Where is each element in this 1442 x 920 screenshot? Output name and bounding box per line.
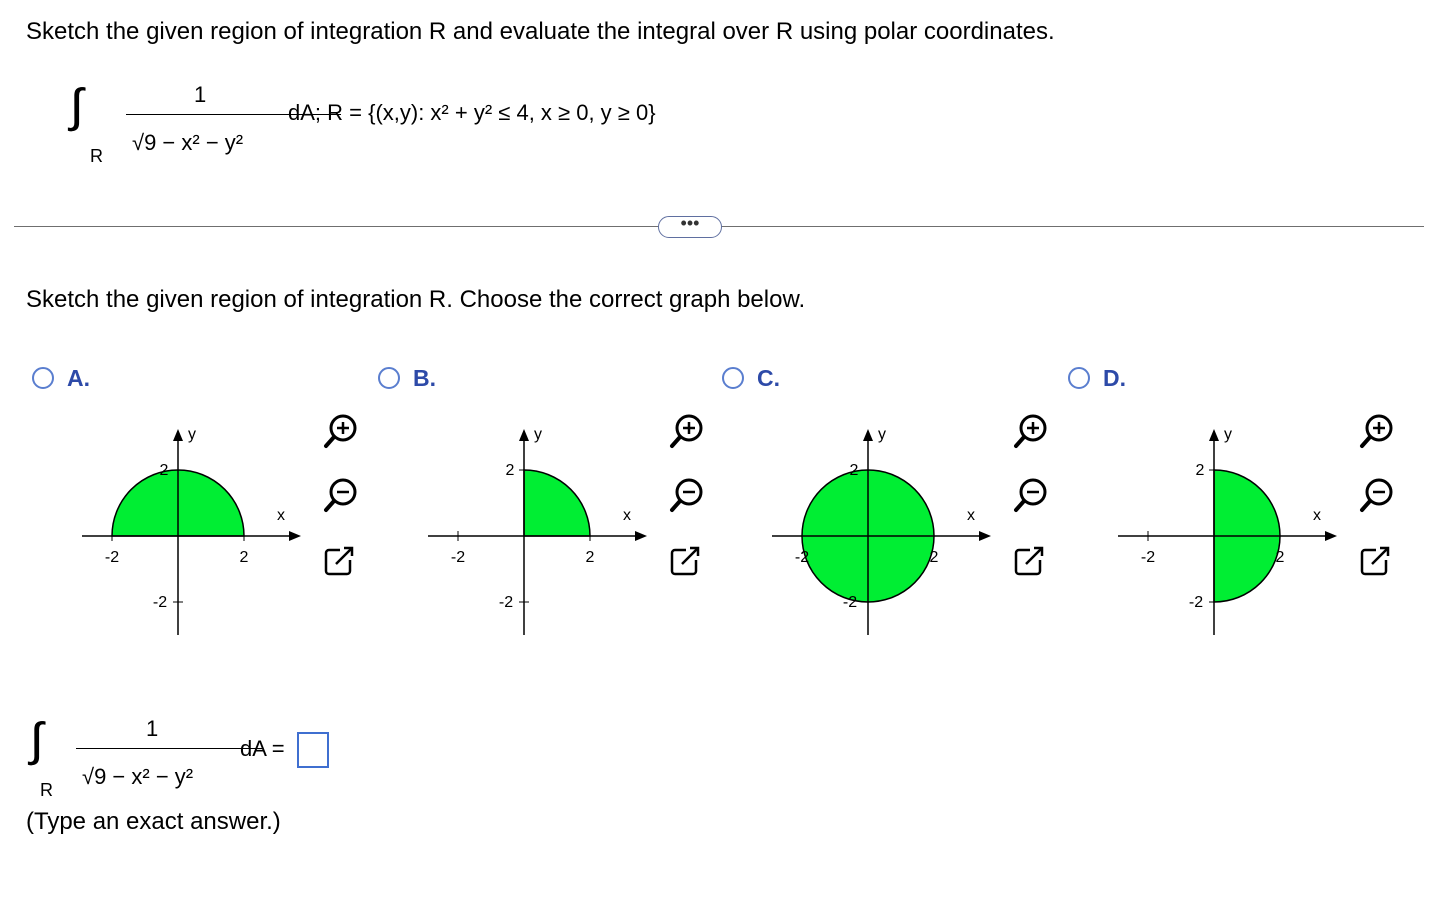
- option-a[interactable]: A. 2 -2 2 -2 x y: [32, 364, 372, 644]
- region-shape: [523, 469, 591, 537]
- x-tick-label-neg: -2: [1141, 549, 1155, 566]
- zoom-out-icon[interactable]: [1008, 474, 1052, 518]
- popout-icon[interactable]: [318, 540, 362, 584]
- integral-denominator: √9 − x² − y²: [132, 130, 244, 155]
- y-axis-label: y: [878, 426, 886, 443]
- answer-hint: (Type an exact answer.): [26, 808, 281, 835]
- y-tick-label-pos: 2: [1196, 462, 1205, 479]
- zoom-in-icon[interactable]: [318, 410, 362, 454]
- answer-numerator: 1: [146, 716, 159, 741]
- y-tick-label-pos: 2: [506, 462, 515, 479]
- popout-icon[interactable]: [664, 540, 708, 584]
- x-axis-label: x: [1313, 507, 1321, 524]
- x-tick-label-neg: -2: [795, 549, 809, 566]
- x-tick-label-pos: 2: [930, 549, 939, 566]
- radio-button[interactable]: [1068, 367, 1090, 389]
- x-axis-arrow: [635, 531, 647, 541]
- problem-integral: ∫∫ R 1 √9 − x² − y² dA; R = {(x,y): x² +…: [70, 78, 770, 178]
- x-axis-arrow: [289, 531, 301, 541]
- radio-button[interactable]: [722, 367, 744, 389]
- y-axis-label: y: [188, 426, 196, 443]
- x-tick-label-neg: -2: [451, 549, 465, 566]
- option-letter: B.: [413, 365, 436, 391]
- instructions-text: Sketch the given region of integration R…: [26, 18, 1055, 45]
- zoom-out-icon[interactable]: [318, 474, 362, 518]
- y-axis-arrow: [519, 429, 529, 441]
- integral-region: R: [90, 146, 103, 166]
- y-tick-label-neg: -2: [843, 594, 857, 611]
- zoom-in-icon[interactable]: [1008, 410, 1052, 454]
- question-text: Sketch the given region of integration R…: [26, 286, 806, 313]
- y-tick-label-neg: -2: [1189, 594, 1203, 611]
- y-axis-arrow: [863, 429, 873, 441]
- answer-fraction-bar: [76, 748, 262, 749]
- y-tick-label-pos: 2: [160, 462, 169, 479]
- answer-input[interactable]: [297, 732, 329, 768]
- x-axis-arrow: [979, 531, 991, 541]
- answer-region: R: [40, 780, 53, 800]
- option-c[interactable]: C. 2 -2 2 -2 x y: [722, 364, 1062, 644]
- answer-suffix: dA =: [240, 736, 285, 761]
- popout-icon[interactable]: [1354, 540, 1398, 584]
- option-letter: A.: [67, 365, 90, 391]
- y-axis-arrow: [173, 429, 183, 441]
- integral-numerator: 1: [194, 82, 207, 107]
- x-tick-label-pos: 2: [240, 549, 249, 566]
- y-axis-arrow: [1209, 429, 1219, 441]
- answer-denominator: √9 − x² − y²: [82, 764, 194, 789]
- option-d[interactable]: D. 2 -2 2 -2 x y: [1068, 364, 1408, 644]
- x-axis-label: x: [967, 507, 975, 524]
- x-tick-label-pos: 2: [586, 549, 595, 566]
- x-axis-label: x: [277, 507, 285, 524]
- y-tick-label-pos: 2: [850, 462, 859, 479]
- answer-integral: ∫∫ R 1 √9 − x² − y² dA =: [30, 712, 450, 812]
- popout-icon[interactable]: [1008, 540, 1052, 584]
- zoom-in-icon[interactable]: [664, 410, 708, 454]
- radio-button[interactable]: [32, 367, 54, 389]
- zoom-out-icon[interactable]: [664, 474, 708, 518]
- y-tick-label-neg: -2: [499, 594, 513, 611]
- radio-button[interactable]: [378, 367, 400, 389]
- integral-region-definition: dA; R = {(x,y): x² + y² ≤ 4, x ≥ 0, y ≥ …: [288, 100, 656, 125]
- y-axis-label: y: [534, 426, 542, 443]
- x-axis-label: x: [623, 507, 631, 524]
- zoom-out-icon[interactable]: [1354, 474, 1398, 518]
- y-tick-label-neg: -2: [153, 594, 167, 611]
- x-tick-label-neg: -2: [105, 549, 119, 566]
- more-button[interactable]: •••: [658, 214, 722, 238]
- y-axis-label: y: [1224, 426, 1232, 443]
- answer-integral-sign: ∫∫: [30, 713, 46, 765]
- x-axis-arrow: [1325, 531, 1337, 541]
- option-letter: C.: [757, 365, 780, 391]
- zoom-in-icon[interactable]: [1354, 410, 1398, 454]
- option-b[interactable]: B. 2 -2 2 -2 x y: [378, 364, 718, 644]
- double-integral-sign: ∫∫: [70, 79, 86, 131]
- option-letter: D.: [1103, 365, 1126, 391]
- x-tick-label-pos: 2: [1276, 549, 1285, 566]
